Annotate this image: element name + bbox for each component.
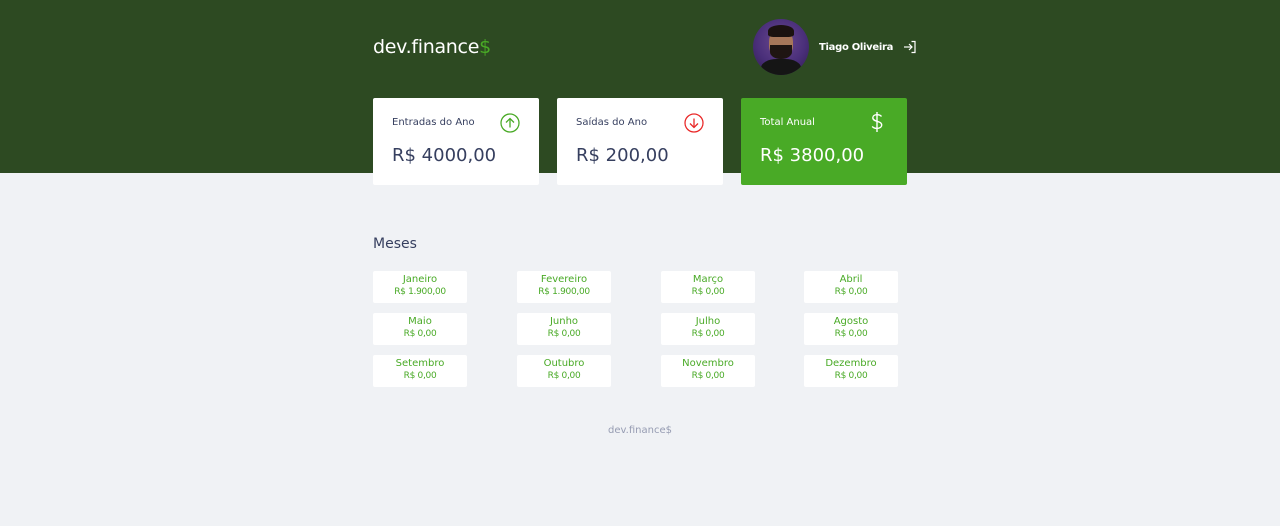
month-name: Junho bbox=[549, 316, 579, 327]
month-card[interactable]: Abril R$ 0,00 bbox=[804, 271, 898, 303]
arrow-down-circle-icon bbox=[683, 112, 705, 134]
total-label: Total Anual bbox=[760, 117, 815, 128]
month-card[interactable]: Outubro R$ 0,00 bbox=[517, 355, 611, 387]
month-name: Julho bbox=[695, 316, 721, 327]
month-value: R$ 0,00 bbox=[691, 371, 725, 381]
month-value: R$ 0,00 bbox=[403, 329, 437, 339]
month-name: Fevereiro bbox=[540, 274, 588, 285]
month-card[interactable]: Julho R$ 0,00 bbox=[661, 313, 755, 345]
month-name: Dezembro bbox=[825, 358, 877, 369]
month-value: R$ 1.900,00 bbox=[538, 287, 590, 297]
month-value: R$ 0,00 bbox=[691, 329, 725, 339]
month-value: R$ 1.900,00 bbox=[394, 287, 446, 297]
user-name: Tiago Oliveira bbox=[819, 41, 894, 53]
month-card[interactable]: Agosto R$ 0,00 bbox=[804, 313, 898, 345]
app-logo[interactable]: dev.finance$ bbox=[373, 36, 491, 58]
dollar-sign-icon bbox=[865, 110, 889, 134]
total-value: R$ 3800,00 bbox=[760, 145, 865, 166]
month-value: R$ 0,00 bbox=[547, 371, 581, 381]
month-card[interactable]: Janeiro R$ 1.900,00 bbox=[373, 271, 467, 303]
month-card[interactable]: Dezembro R$ 0,00 bbox=[804, 355, 898, 387]
expense-card: Saídas do Ano R$ 200,00 bbox=[557, 98, 723, 185]
month-value: R$ 0,00 bbox=[547, 329, 581, 339]
month-name: Maio bbox=[408, 316, 432, 327]
month-card[interactable]: Março R$ 0,00 bbox=[661, 271, 755, 303]
month-name: Setembro bbox=[395, 358, 445, 369]
income-value: R$ 4000,00 bbox=[392, 145, 497, 166]
month-card[interactable]: Novembro R$ 0,00 bbox=[661, 355, 755, 387]
month-name: Agosto bbox=[833, 316, 869, 327]
month-value: R$ 0,00 bbox=[691, 287, 725, 297]
month-name: Outubro bbox=[543, 358, 585, 369]
month-name: Abril bbox=[839, 274, 863, 285]
income-card: Entradas do Ano R$ 4000,00 bbox=[373, 98, 539, 185]
months-title: Meses bbox=[373, 236, 417, 252]
footer-text: dev.finance$ bbox=[608, 425, 672, 436]
expense-label: Saídas do Ano bbox=[576, 117, 648, 128]
month-value: R$ 0,00 bbox=[403, 371, 437, 381]
month-value: R$ 0,00 bbox=[834, 287, 868, 297]
month-value: R$ 0,00 bbox=[834, 371, 868, 381]
expense-value: R$ 200,00 bbox=[576, 145, 669, 166]
month-value: R$ 0,00 bbox=[834, 329, 868, 339]
month-card[interactable]: Junho R$ 0,00 bbox=[517, 313, 611, 345]
logo-text: dev.finance bbox=[373, 36, 480, 58]
month-card[interactable]: Fevereiro R$ 1.900,00 bbox=[517, 271, 611, 303]
logo-dollar: $ bbox=[479, 36, 491, 58]
months-grid: Janeiro R$ 1.900,00 Fevereiro R$ 1.900,0… bbox=[373, 271, 898, 389]
total-card: Total Anual R$ 3800,00 bbox=[741, 98, 907, 185]
month-name: Novembro bbox=[682, 358, 734, 369]
avatar[interactable] bbox=[753, 19, 809, 75]
month-card[interactable]: Setembro R$ 0,00 bbox=[373, 355, 467, 387]
logout-icon[interactable] bbox=[902, 39, 918, 55]
month-name: Janeiro bbox=[402, 274, 438, 285]
month-name: Março bbox=[692, 274, 724, 285]
income-label: Entradas do Ano bbox=[392, 117, 475, 128]
month-card[interactable]: Maio R$ 0,00 bbox=[373, 313, 467, 345]
user-info: Tiago Oliveira bbox=[753, 19, 918, 75]
arrow-up-circle-icon bbox=[499, 112, 521, 134]
